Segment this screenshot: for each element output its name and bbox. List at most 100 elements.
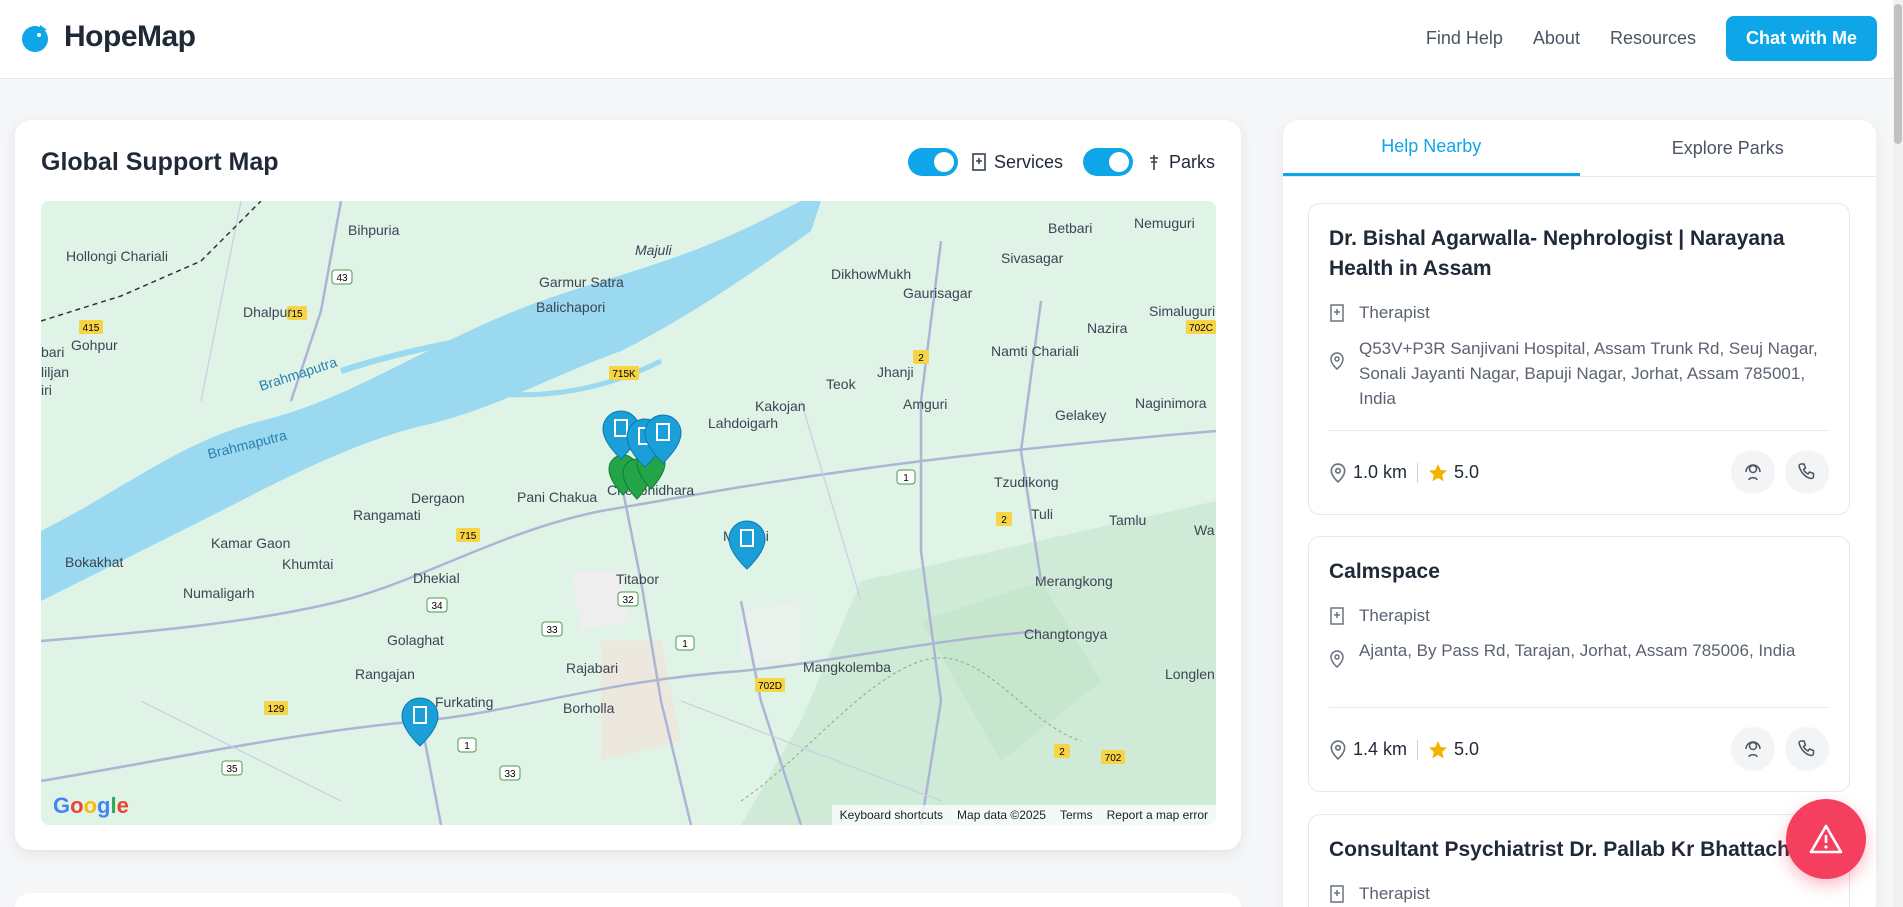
- road-33a: 33: [546, 625, 558, 636]
- place-label: Merangkong: [1035, 573, 1113, 589]
- result-distance: 1.0 km: [1353, 462, 1408, 482]
- result-address-row: Q53V+P3R Sanjivani Hospital, Assam Trunk…: [1329, 336, 1829, 411]
- scrollbar-thumb[interactable]: [1894, 4, 1902, 144]
- top-header: HopeMap Find Help About Resources Chat w…: [0, 0, 1903, 79]
- place-label: Simaluguri: [1149, 303, 1215, 319]
- place-label: liljan: [41, 364, 69, 380]
- place-label: Teok: [826, 376, 857, 392]
- road-2b: 2: [1001, 515, 1007, 526]
- terms-link[interactable]: Terms: [1060, 808, 1093, 822]
- place-label: Changtongya: [1024, 626, 1108, 642]
- place-label: Tuli: [1031, 506, 1053, 522]
- parks-toggle-label: Parks: [1147, 152, 1215, 173]
- parks-label: Parks: [1168, 151, 1215, 172]
- place-label: Gaurisagar: [903, 285, 973, 301]
- place-label: Namti Chariali: [991, 343, 1079, 359]
- parks-toggle[interactable]: [1082, 148, 1133, 176]
- road-715: 715: [460, 531, 477, 542]
- place-label: Jhanji: [877, 364, 914, 380]
- place-label: Gohpur: [71, 337, 118, 353]
- road-2a: 2: [918, 353, 924, 364]
- layer-toggles: Services Parks: [907, 148, 1215, 176]
- road-1b: 1: [682, 639, 688, 650]
- results-panel: Help Nearby Explore Parks Dr. Bishal Aga…: [1283, 120, 1876, 907]
- road-129: 129: [268, 704, 285, 715]
- map-data-text: Map data ©2025: [957, 808, 1046, 822]
- main-nav: Find Help About Resources Chat with Me: [1426, 16, 1877, 61]
- place-label: Rangajan: [355, 666, 415, 682]
- place-label: Bokakhat: [65, 554, 123, 570]
- place-label: Tzudikong: [994, 474, 1059, 490]
- place-label: Lahdoigarh: [708, 415, 778, 431]
- warning-icon: [1809, 824, 1843, 854]
- google-logo: Google: [53, 793, 129, 818]
- keyboard-shortcuts-link[interactable]: Keyboard shortcuts: [840, 808, 943, 822]
- result-card[interactable]: Consultant Psychiatrist Dr. Pallab Kr Bh…: [1308, 814, 1850, 907]
- place-label: Garmur Satra: [539, 274, 624, 290]
- tab-help-nearby[interactable]: Help Nearby: [1283, 120, 1580, 176]
- result-type: Therapist: [1359, 884, 1430, 903]
- result-actions: [1731, 727, 1829, 771]
- place-label: Sivasagar: [1001, 250, 1064, 266]
- place-label: bari: [41, 344, 64, 360]
- place-label: Khumtai: [282, 556, 333, 572]
- brand-name: HopeMap: [64, 20, 196, 53]
- google-map[interactable]: 43 15 415 715K 2 702C 1 715 34 33 32 1 7…: [41, 201, 1216, 825]
- road-32: 32: [622, 595, 634, 606]
- brand-logo[interactable]: HopeMap: [20, 20, 196, 54]
- road-1a: 1: [903, 473, 909, 484]
- support-icon: [1745, 464, 1761, 481]
- chat-with-me-button[interactable]: Chat with Me: [1726, 16, 1877, 61]
- result-name[interactable]: Calmspace: [1329, 557, 1809, 587]
- call-button[interactable]: [1785, 727, 1829, 771]
- map-card: Global Support Map Services Parks 43 15 …: [15, 120, 1241, 850]
- place-label: Rangamati: [353, 507, 421, 523]
- result-rating: 5.0: [1454, 739, 1480, 759]
- tree-icon: [1149, 155, 1158, 170]
- result-address: Q53V+P3R Sanjivani Hospital, Assam Trunk…: [1359, 339, 1818, 408]
- place-label: Dhalpur: [243, 304, 292, 320]
- tab-explore-parks[interactable]: Explore Parks: [1580, 120, 1877, 176]
- place-label: Bihpuria: [348, 222, 400, 238]
- place-label: Numaligarh: [183, 585, 255, 601]
- place-label: Kakojan: [755, 398, 806, 414]
- map-canvas[interactable]: 43 15 415 715K 2 702C 1 715 34 33 32 1 7…: [41, 201, 1216, 825]
- support-icon: [1745, 741, 1761, 758]
- result-type-row: Therapist: [1329, 603, 1829, 628]
- road-33b: 33: [504, 769, 516, 780]
- place-label: Betbari: [1048, 220, 1092, 236]
- result-divider: [1329, 707, 1829, 708]
- result-meta: 1.0 km 5.0: [1329, 462, 1479, 483]
- nav-find-help[interactable]: Find Help: [1426, 28, 1503, 49]
- map-title: Global Support Map: [41, 148, 279, 176]
- place-label: iri: [41, 382, 52, 398]
- services-toggle-label: Services: [972, 152, 1063, 173]
- road-35: 35: [226, 764, 238, 775]
- services-toggle[interactable]: [907, 148, 958, 176]
- place-label: Wa: [1194, 522, 1215, 538]
- result-card[interactable]: Dr. Bishal Agarwalla- Nephrologist | Nar…: [1308, 203, 1850, 515]
- result-meta: 1.4 km 5.0: [1329, 739, 1479, 760]
- result-address-row: Ajanta, By Pass Rd, Tarajan, Jorhat, Ass…: [1329, 638, 1829, 668]
- page-scrollbar[interactable]: [1893, 0, 1903, 907]
- result-name[interactable]: Dr. Bishal Agarwalla- Nephrologist | Nar…: [1329, 224, 1809, 284]
- star-icon: [1429, 740, 1448, 758]
- hospital-icon: [972, 153, 986, 171]
- result-type-row: Therapist: [1329, 300, 1829, 325]
- nav-about[interactable]: About: [1533, 28, 1580, 49]
- report-map-error-link[interactable]: Report a map error: [1107, 808, 1208, 822]
- nav-resources[interactable]: Resources: [1610, 28, 1696, 49]
- result-card[interactable]: Calmspace Therapist Ajanta, By Pass Rd, …: [1308, 536, 1850, 792]
- call-button[interactable]: [1785, 450, 1829, 494]
- road-2c: 2: [1059, 747, 1065, 758]
- place-label: Pani Chakua: [517, 489, 597, 505]
- voice-support-button[interactable]: [1731, 727, 1775, 771]
- result-type: Therapist: [1359, 303, 1430, 322]
- place-label: Mangkolemba: [803, 659, 891, 675]
- result-name[interactable]: Consultant Psychiatrist Dr. Pallab Kr Bh…: [1329, 835, 1849, 865]
- place-label: Dergaon: [411, 490, 465, 506]
- voice-support-button[interactable]: [1731, 450, 1775, 494]
- place-label: Nemuguri: [1134, 215, 1195, 231]
- emergency-sos-button[interactable]: [1786, 799, 1866, 879]
- road-702c: 702C: [1189, 323, 1213, 334]
